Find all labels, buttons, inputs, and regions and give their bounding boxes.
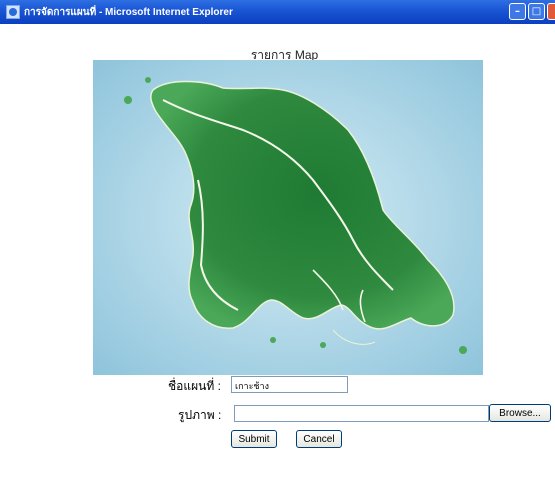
islet (124, 96, 132, 104)
cancel-button[interactable]: Cancel (296, 430, 342, 448)
title-bar[interactable]: การจัดการแผนที่ - Microsoft Internet Exp… (0, 0, 555, 24)
internet-explorer-icon (6, 5, 20, 19)
browse-button[interactable]: Browse... (489, 404, 551, 422)
image-file-input[interactable] (234, 405, 489, 422)
close-button[interactable] (547, 3, 555, 20)
map-name-input[interactable]: เกาะช้าง (231, 376, 348, 393)
map-image (93, 60, 483, 375)
window-title: การจัดการแผนที่ - Microsoft Internet Exp… (24, 6, 233, 18)
browser-window: การจัดการแผนที่ - Microsoft Internet Exp… (0, 0, 555, 499)
maximize-button[interactable]: □ (528, 3, 545, 20)
map-name-label: ชื่อแผนที่ : (168, 379, 221, 393)
islet (320, 342, 326, 348)
islet (145, 77, 151, 83)
image-label: รูปภาพ : (178, 408, 222, 422)
page-content: รายการ Map ชื่อแผนที่: เกาะช้าง รูปภาพ … (0, 24, 555, 499)
submit-button[interactable]: Submit (231, 430, 277, 448)
minimize-button[interactable]: – (509, 3, 526, 20)
islet (459, 346, 467, 354)
islet (270, 337, 276, 343)
island-map-graphic (93, 60, 483, 375)
